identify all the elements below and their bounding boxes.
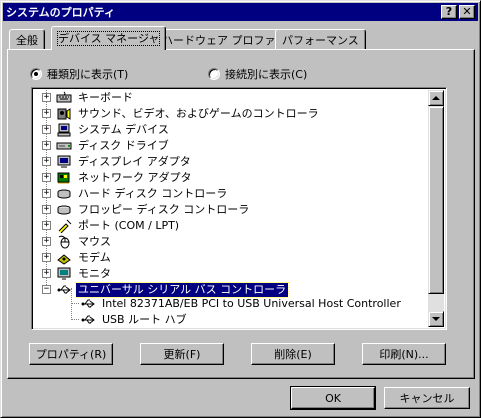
arrow-down-icon xyxy=(432,317,440,321)
view-by-connection-radio[interactable] xyxy=(208,68,220,80)
tree-line xyxy=(71,319,79,320)
expand-sound[interactable]: + xyxy=(42,109,51,118)
port-icon xyxy=(56,219,72,234)
tree-item-mouse[interactable]: マウス xyxy=(56,234,113,250)
usb-icon xyxy=(56,283,72,297)
ok-button[interactable]: OK xyxy=(290,386,376,410)
device-tree[interactable]: + + + + + + + + + + + + − キーボード サウンド、ビデオ… xyxy=(31,87,447,330)
refresh-button[interactable]: 更新(F) xyxy=(140,343,224,365)
tab-device-manager[interactable]: デバイス マネージャ xyxy=(51,26,167,50)
title-bar[interactable]: システムのプロパティ ? ✕ xyxy=(3,3,478,21)
view-by-connection-option[interactable]: 接続別に表示(C) xyxy=(208,66,307,82)
close-button[interactable]: ✕ xyxy=(459,5,475,19)
expand-disk-drives[interactable]: + xyxy=(42,141,51,150)
hard-disk-controller-icon xyxy=(56,187,72,201)
remove-button[interactable]: 削除(E) xyxy=(251,343,335,365)
tree-line xyxy=(71,303,79,304)
tree-item-keyboard[interactable]: キーボード xyxy=(56,90,135,106)
expand-keyboard[interactable]: + xyxy=(42,93,51,102)
tree-scrollbar[interactable] xyxy=(428,90,444,327)
arrow-up-icon xyxy=(432,96,440,100)
expand-mouse[interactable]: + xyxy=(42,237,51,246)
view-by-type-label: 種類別に表示(T) xyxy=(47,68,129,81)
monitor-icon xyxy=(56,267,72,281)
scroll-up-button[interactable] xyxy=(428,90,444,106)
modem-icon xyxy=(56,251,72,265)
view-by-connection-label: 接続別に表示(C) xyxy=(225,68,308,81)
properties-button[interactable]: プロパティ(R) xyxy=(29,343,113,365)
scroll-thumb[interactable] xyxy=(428,106,444,294)
tree-item-usb-root-hub[interactable]: USB ルート ハブ xyxy=(80,312,189,327)
usb-icon xyxy=(80,313,96,327)
tree-item-sound-video-game[interactable]: サウンド、ビデオ、およびゲームのコントローラ xyxy=(56,106,321,122)
mouse-icon xyxy=(56,235,72,249)
tab-performance[interactable]: パフォーマンス xyxy=(275,29,366,49)
display-adapter-icon xyxy=(56,155,72,169)
disk-drive-icon xyxy=(56,139,72,153)
expand-monitor[interactable]: + xyxy=(42,269,51,278)
network-adapter-icon xyxy=(56,171,72,185)
tab-general[interactable]: 全般 xyxy=(9,29,45,49)
tree-item-disk-drives[interactable]: ディスク ドライブ xyxy=(56,138,171,154)
floppy-controller-icon xyxy=(56,203,72,217)
tree-item-system-devices[interactable]: システム デバイス xyxy=(56,122,171,138)
expand-ports[interactable]: + xyxy=(42,221,51,230)
device-tree-items: + + + + + + + + + + + + − キーボード サウンド、ビデオ… xyxy=(34,90,429,327)
keyboard-icon xyxy=(56,91,72,105)
expand-floppy-controllers[interactable]: + xyxy=(42,205,51,214)
expand-display-adapters[interactable]: + xyxy=(42,157,51,166)
tree-item-monitor[interactable]: モニタ xyxy=(56,266,113,282)
usb-icon xyxy=(80,297,96,311)
tree-item-modem[interactable]: モデム xyxy=(56,250,113,266)
expand-modem[interactable]: + xyxy=(42,253,51,262)
tree-item-usb-host-controller[interactable]: Intel 82371AB/EB PCI to USB Universal Ho… xyxy=(80,296,403,312)
cancel-button[interactable]: キャンセル xyxy=(384,387,470,409)
sound-controller-icon xyxy=(56,107,72,121)
expand-network-adapters[interactable]: + xyxy=(42,173,51,182)
expand-system-devices[interactable]: + xyxy=(42,125,51,134)
tree-item-display-adapters[interactable]: ディスプレイ アダプタ xyxy=(56,154,193,170)
scroll-down-button[interactable] xyxy=(428,311,444,327)
computer-icon xyxy=(56,123,72,137)
help-button[interactable]: ? xyxy=(441,5,457,19)
tree-item-floppy-controllers[interactable]: フロッピー ディスク コントローラ xyxy=(56,202,251,218)
device-manager-panel: 種類別に表示(T) 接続別に表示(C) + + + + + + + + + + … xyxy=(7,49,475,379)
collapse-usb-controllers[interactable]: − xyxy=(42,285,51,294)
view-by-type-radio[interactable] xyxy=(30,68,42,80)
window-title: システムのプロパティ xyxy=(6,6,116,19)
tree-item-network-adapters[interactable]: ネットワーク アダプタ xyxy=(56,170,194,186)
system-properties-window: システムのプロパティ ? ✕ 全般 デバイス マネージャ ハードウェア プロファ… xyxy=(0,0,481,418)
view-by-type-option[interactable]: 種類別に表示(T) xyxy=(30,66,128,82)
expand-hdd-controllers[interactable]: + xyxy=(42,189,51,198)
tree-item-ports[interactable]: ポート (COM / LPT) xyxy=(56,218,181,234)
print-button[interactable]: 印刷(N)... xyxy=(362,343,446,365)
tree-item-hdd-controllers[interactable]: ハード ディスク コントローラ xyxy=(56,186,229,202)
